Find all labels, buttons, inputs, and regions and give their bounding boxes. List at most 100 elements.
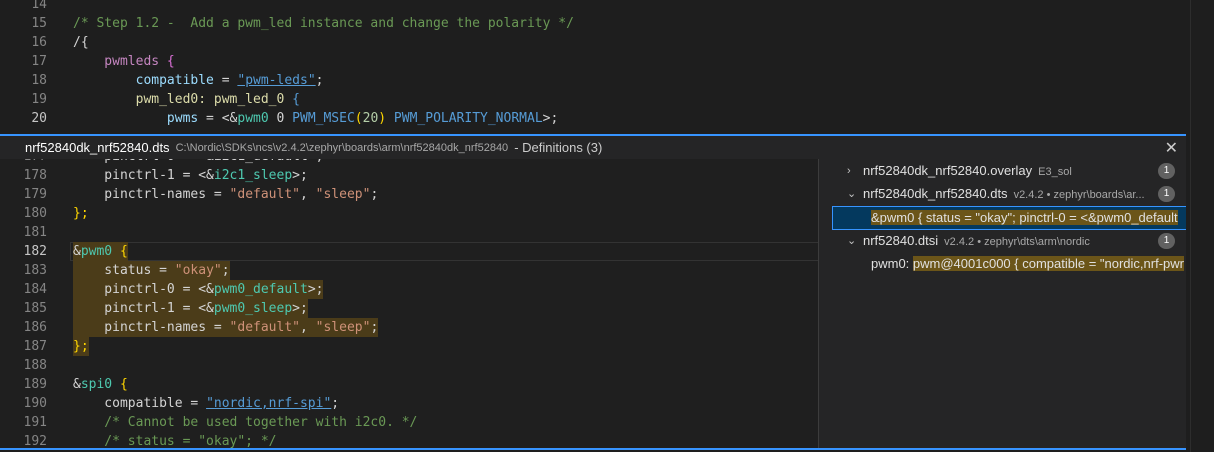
- code-token: =: [151, 263, 175, 278]
- peek-file-name[interactable]: nrf52840dk_nrf52840.dts: [25, 140, 170, 155]
- code-token: ;: [331, 396, 340, 411]
- code-token: = <&: [198, 111, 238, 126]
- line-number: 181: [23, 225, 47, 240]
- line-number: 20: [31, 111, 47, 126]
- code-token: ;: [370, 320, 379, 335]
- line-number: 190: [23, 396, 47, 411]
- code-text: pinctrl-names = "default", "sleep";: [73, 185, 378, 204]
- code-token: "pwm-leds": [237, 73, 316, 88]
- code-line[interactable]: 181: [0, 223, 818, 242]
- code-line[interactable]: 20 pwms = <&pwm0 0 PWM_MSEC(20) PWM_POLA…: [0, 109, 1190, 128]
- line-number: 188: [23, 358, 47, 373]
- code-token: spi0: [80, 377, 113, 392]
- chevron-right-icon: ›: [847, 165, 851, 177]
- close-icon[interactable]: ✕: [1165, 138, 1178, 158]
- code-token: pinctrl-1: [73, 301, 175, 316]
- code-token: /{: [73, 35, 89, 50]
- code-text: };: [73, 204, 89, 223]
- peek-editor[interactable]: 177 pinctrl-0 = <&i2c1_default>;178 pinc…: [0, 159, 818, 448]
- code-text: pinctrl-names = "default", "sleep";: [73, 318, 379, 337]
- tree-file-dts[interactable]: ⌄ nrf52840dk_nrf52840.dts v2.4.2 • zephyr…: [819, 183, 1186, 205]
- code-token: compatible: [73, 73, 214, 88]
- reference-label: pwm0:: [871, 256, 913, 271]
- line-number: 16: [31, 35, 47, 50]
- tree-reference[interactable]: pwm0: pwm@4001c000 { compatible = "nordi…: [819, 253, 1186, 275]
- code-token: = <&: [174, 301, 214, 316]
- code-token: pinctrl-names: [73, 187, 207, 202]
- code-token: pinctrl-0 = <&i2c1_default>;: [73, 159, 323, 164]
- line-number: 182: [23, 244, 47, 259]
- code-line[interactable]: 186 pinctrl-names = "default", "sleep";: [0, 318, 818, 337]
- code-token: 20: [362, 111, 379, 126]
- code-token: "okay": [174, 263, 222, 278]
- peek-header: nrf52840dk_nrf52840.dts C:\Nordic\SDKs\n…: [0, 134, 1186, 159]
- code-token: = <&: [174, 168, 214, 183]
- code-line[interactable]: 189 &spi0 {: [0, 375, 818, 394]
- main-editor[interactable]: 14 15 /* Step 1.2 - Add a pwm_led instance…: [0, 0, 1190, 133]
- code-text: pinctrl-0 = <&pwm0_default>;: [73, 280, 324, 299]
- code-text: pinctrl-0 = <&i2c1_default>;: [73, 159, 323, 166]
- tree-file-name: nrf52840.dtsi: [863, 233, 939, 248]
- line-number: 14: [31, 0, 47, 12]
- code-line[interactable]: 185 pinctrl-1 = <&pwm0_sleep>;: [0, 299, 818, 318]
- tree-reference-selected[interactable]: &pwm0 { status = "okay"; pinctrl-0 = <&p…: [832, 206, 1186, 230]
- tree-file-dtsi[interactable]: ⌄ nrf52840.dtsi v2.4.2 • zephyr\dts\arm\n…: [819, 230, 1186, 252]
- code-token: ,: [300, 187, 316, 202]
- code-line[interactable]: 18 compatible = "pwm-leds";: [0, 71, 1190, 90]
- tree-file-name: nrf52840dk_nrf52840.dts: [863, 186, 1008, 201]
- code-line[interactable]: 15 /* Step 1.2 - Add a pwm_led instance a…: [0, 14, 1190, 33]
- code-token: =: [182, 396, 207, 411]
- code-token: >;: [292, 168, 308, 183]
- code-token: {: [112, 377, 128, 392]
- code-line[interactable]: 192 /* status = "okay"; */: [0, 432, 818, 448]
- tree-file-overlay[interactable]: › nrf52840dk_nrf52840.overlay E3_sol 1: [819, 160, 1186, 182]
- tree-file-path: E3_sol: [1038, 166, 1072, 178]
- code-token: };: [73, 206, 89, 221]
- code-line[interactable]: 188: [0, 356, 818, 375]
- code-line[interactable]: 14: [0, 0, 1190, 14]
- code-text: /* status = "okay"; */: [73, 432, 276, 448]
- code-token: pwmleds: [73, 54, 167, 69]
- code-token: >;: [307, 282, 324, 297]
- code-token: };: [73, 339, 89, 354]
- reference-text: pwm@4001c000 { compatible = "nordic,nrf-…: [912, 256, 1184, 271]
- code-token: ): [378, 111, 387, 126]
- code-line[interactable]: 179 pinctrl-names = "default", "sleep";: [0, 185, 818, 204]
- code-token: &: [73, 377, 81, 392]
- code-line[interactable]: 180};: [0, 204, 818, 223]
- code-token: pinctrl-names: [73, 320, 207, 335]
- code-line[interactable]: 178 pinctrl-1 = <&i2c1_sleep>;: [0, 166, 818, 185]
- code-text: &spi0 {: [73, 375, 128, 394]
- code-line[interactable]: 184 pinctrl-0 = <&pwm0_default>;: [0, 280, 818, 299]
- minimap[interactable]: [1190, 0, 1214, 452]
- code-line[interactable]: 19 pwm_led0: pwm_led_0 {: [0, 90, 1190, 109]
- code-line[interactable]: 187};: [0, 337, 818, 356]
- code-line[interactable]: 191 /* Cannot be used together with i2c0…: [0, 413, 818, 432]
- code-line[interactable]: 177 pinctrl-0 = <&i2c1_default>;: [0, 159, 818, 166]
- line-number: 15: [31, 16, 47, 31]
- code-text: pinctrl-1 = <&i2c1_sleep>;: [73, 166, 308, 185]
- chevron-down-icon: ⌄: [847, 188, 857, 200]
- code-token: "default": [229, 187, 300, 202]
- peek-definitions-count: - Definitions (3): [514, 140, 603, 155]
- code-line[interactable]: 17 pwmleds {: [0, 52, 1190, 71]
- code-token: =: [213, 73, 238, 88]
- code-token: /* Cannot be used together with i2c0. */: [73, 415, 418, 430]
- code-token: ,: [300, 320, 316, 335]
- code-text: status = "okay";: [73, 261, 230, 280]
- code-line[interactable]: 182 &pwm0 {: [0, 242, 818, 261]
- code-token: i2c1_sleep: [213, 168, 293, 183]
- code-token: &: [73, 244, 81, 259]
- code-token: {: [166, 54, 175, 69]
- code-token: PWM_POLARITY_NORMAL: [386, 111, 543, 126]
- tree-file-path: v2.4.2 • zephyr\boards\ar...: [1013, 189, 1145, 201]
- code-token: ;: [370, 187, 379, 202]
- code-text: compatible = "pwm-leds";: [73, 71, 324, 90]
- code-line[interactable]: 16 /{: [0, 33, 1190, 52]
- code-line[interactable]: 183 status = "okay";: [0, 261, 818, 280]
- code-line[interactable]: 190 compatible = "nordic,nrf-spi";: [0, 394, 818, 413]
- code-token: status: [73, 263, 152, 278]
- line-number: 185: [23, 301, 47, 316]
- tree-file-path: v2.4.2 • zephyr\dts\arm\nordic: [944, 236, 1090, 248]
- code-text: /* Cannot be used together with i2c0. */: [73, 413, 417, 432]
